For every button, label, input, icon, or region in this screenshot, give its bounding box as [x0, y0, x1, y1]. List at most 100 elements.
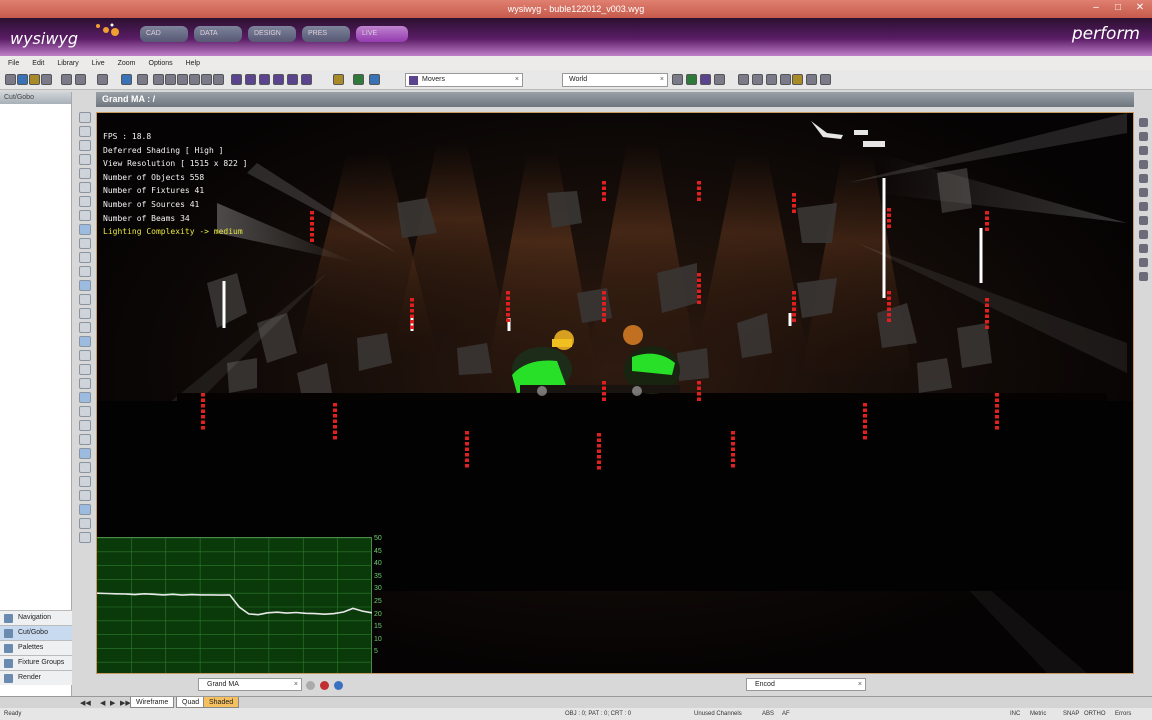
toolbar-tool-icon[interactable]	[189, 74, 200, 85]
view-tool-icon[interactable]	[79, 504, 91, 515]
view-tool-icon[interactable]	[79, 322, 91, 333]
mode-tab-design[interactable]: DESIGN	[248, 26, 296, 42]
view-tool-icon[interactable]	[79, 364, 91, 375]
mode-tab-data[interactable]: DATA	[194, 26, 242, 42]
status-inc[interactable]: INC	[1010, 708, 1020, 720]
toolbar-tool-icon[interactable]	[153, 74, 164, 85]
view-tool-icon[interactable]	[79, 462, 91, 473]
view-tool-icon[interactable]	[79, 224, 91, 235]
view-tool-icon[interactable]	[79, 154, 91, 165]
view-tool-icon[interactable]	[79, 406, 91, 417]
view-tool-icon[interactable]	[79, 112, 91, 123]
toolbar-tool-icon[interactable]	[700, 74, 711, 85]
toolbar-tool-icon[interactable]	[333, 74, 344, 85]
toolbar-tool-icon[interactable]	[287, 74, 298, 85]
close-icon[interactable]: ×	[858, 679, 862, 690]
view-tool-icon[interactable]	[79, 238, 91, 249]
close-icon[interactable]: ×	[660, 74, 664, 86]
close-icon[interactable]: ✕	[1134, 2, 1146, 14]
toolbar-tool-icon[interactable]	[17, 74, 28, 85]
prev-arrow-icon[interactable]: ◀	[100, 699, 105, 707]
view-tool-icon[interactable]	[79, 140, 91, 151]
toolbar-tool-icon[interactable]	[231, 74, 242, 85]
side-tool-icon[interactable]	[1139, 258, 1148, 267]
view-tool-icon[interactable]	[79, 280, 91, 291]
status-abs[interactable]: ABS	[762, 708, 774, 720]
menu-live[interactable]: Live	[92, 60, 105, 67]
next-arrow-icon[interactable]: ▶	[110, 699, 115, 707]
view-tool-icon[interactable]	[79, 490, 91, 501]
mode-tab-pres[interactable]: PRES	[302, 26, 350, 42]
toolbar-tool-icon[interactable]	[137, 74, 148, 85]
view-tab-wireframe[interactable]: Wireframe	[130, 697, 175, 708]
first-arrow-icon[interactable]: ◀◀	[80, 699, 91, 707]
view-tool-icon[interactable]	[79, 266, 91, 277]
menu-zoom[interactable]: Zoom	[118, 60, 136, 67]
toolbar-tool-icon[interactable]	[97, 74, 108, 85]
menu-file[interactable]: File	[8, 60, 19, 67]
menu-help[interactable]: Help	[186, 60, 200, 67]
menu-options[interactable]: Options	[149, 60, 173, 67]
view-tool-icon[interactable]	[79, 308, 91, 319]
view-tool-icon[interactable]	[79, 350, 91, 361]
toolbar-tool-icon[interactable]	[780, 74, 791, 85]
mode-tab-cad[interactable]: CAD	[140, 26, 188, 42]
view-tool-icon[interactable]	[79, 210, 91, 221]
encoder-combo[interactable]: Encod ×	[746, 678, 866, 691]
side-tool-icon[interactable]	[1139, 230, 1148, 239]
pin-icon[interactable]	[320, 681, 329, 690]
view-combo[interactable]: World ×	[562, 73, 668, 87]
toolbar-tool-icon[interactable]	[766, 74, 777, 85]
view-tab-shaded[interactable]: Shaded	[203, 697, 240, 708]
viewport-combo[interactable]: Grand MA ×	[198, 678, 302, 691]
view-tool-icon[interactable]	[79, 392, 91, 403]
view-tool-icon[interactable]	[79, 336, 91, 347]
status-metric[interactable]: Metric	[1030, 708, 1046, 720]
mode-tab-live[interactable]: LIVE	[356, 26, 408, 42]
side-tool-icon[interactable]	[1139, 188, 1148, 197]
maximize-icon[interactable]: □	[1112, 2, 1124, 14]
toolbar-tool-icon[interactable]	[369, 74, 380, 85]
nav-item-navigation[interactable]: Navigation	[0, 610, 72, 625]
shaded-viewport[interactable]: FPS : 18.8 Deferred Shading [ High ] View …	[96, 112, 1134, 674]
view-tool-icon[interactable]	[79, 168, 91, 179]
toolbar-tool-icon[interactable]	[792, 74, 803, 85]
help-icon[interactable]	[334, 681, 343, 690]
side-tool-icon[interactable]	[1139, 202, 1148, 211]
status-af[interactable]: AF	[782, 708, 790, 720]
view-tool-icon[interactable]	[79, 532, 91, 543]
status-ortho[interactable]: ORTHO	[1084, 708, 1106, 720]
toolbar-tool-icon[interactable]	[714, 74, 725, 85]
view-tool-icon[interactable]	[79, 476, 91, 487]
side-tool-icon[interactable]	[1139, 146, 1148, 155]
view-tool-icon[interactable]	[79, 420, 91, 431]
side-tool-icon[interactable]	[1139, 272, 1148, 281]
toolbar-tool-icon[interactable]	[165, 74, 176, 85]
settings-icon[interactable]	[306, 681, 315, 690]
view-tool-icon[interactable]	[79, 252, 91, 263]
nav-item-fixture-groups[interactable]: Fixture Groups	[0, 655, 72, 670]
toolbar-tool-icon[interactable]	[353, 74, 364, 85]
library-combo[interactable]: Movers ×	[405, 73, 523, 87]
toolbar-tool-icon[interactable]	[672, 74, 683, 85]
close-icon[interactable]: ×	[294, 679, 298, 690]
view-tool-icon[interactable]	[79, 518, 91, 529]
nav-item-cut-gobo[interactable]: Cut/Gobo	[0, 625, 72, 640]
toolbar-tool-icon[interactable]	[61, 74, 72, 85]
toolbar-tool-icon[interactable]	[301, 74, 312, 85]
side-tool-icon[interactable]	[1139, 216, 1148, 225]
toolbar-tool-icon[interactable]	[121, 74, 132, 85]
toolbar-tool-icon[interactable]	[213, 74, 224, 85]
side-tool-icon[interactable]	[1139, 160, 1148, 169]
toolbar-tool-icon[interactable]	[29, 74, 40, 85]
toolbar-tool-icon[interactable]	[738, 74, 749, 85]
status-errors[interactable]: Errors	[1115, 708, 1131, 720]
toolbar-tool-icon[interactable]	[752, 74, 763, 85]
view-tool-icon[interactable]	[79, 448, 91, 459]
toolbar-tool-icon[interactable]	[177, 74, 188, 85]
menu-edit[interactable]: Edit	[32, 60, 44, 67]
side-tool-icon[interactable]	[1139, 244, 1148, 253]
toolbar-tool-icon[interactable]	[273, 74, 284, 85]
toolbar-tool-icon[interactable]	[201, 74, 212, 85]
side-tool-icon[interactable]	[1139, 118, 1148, 127]
